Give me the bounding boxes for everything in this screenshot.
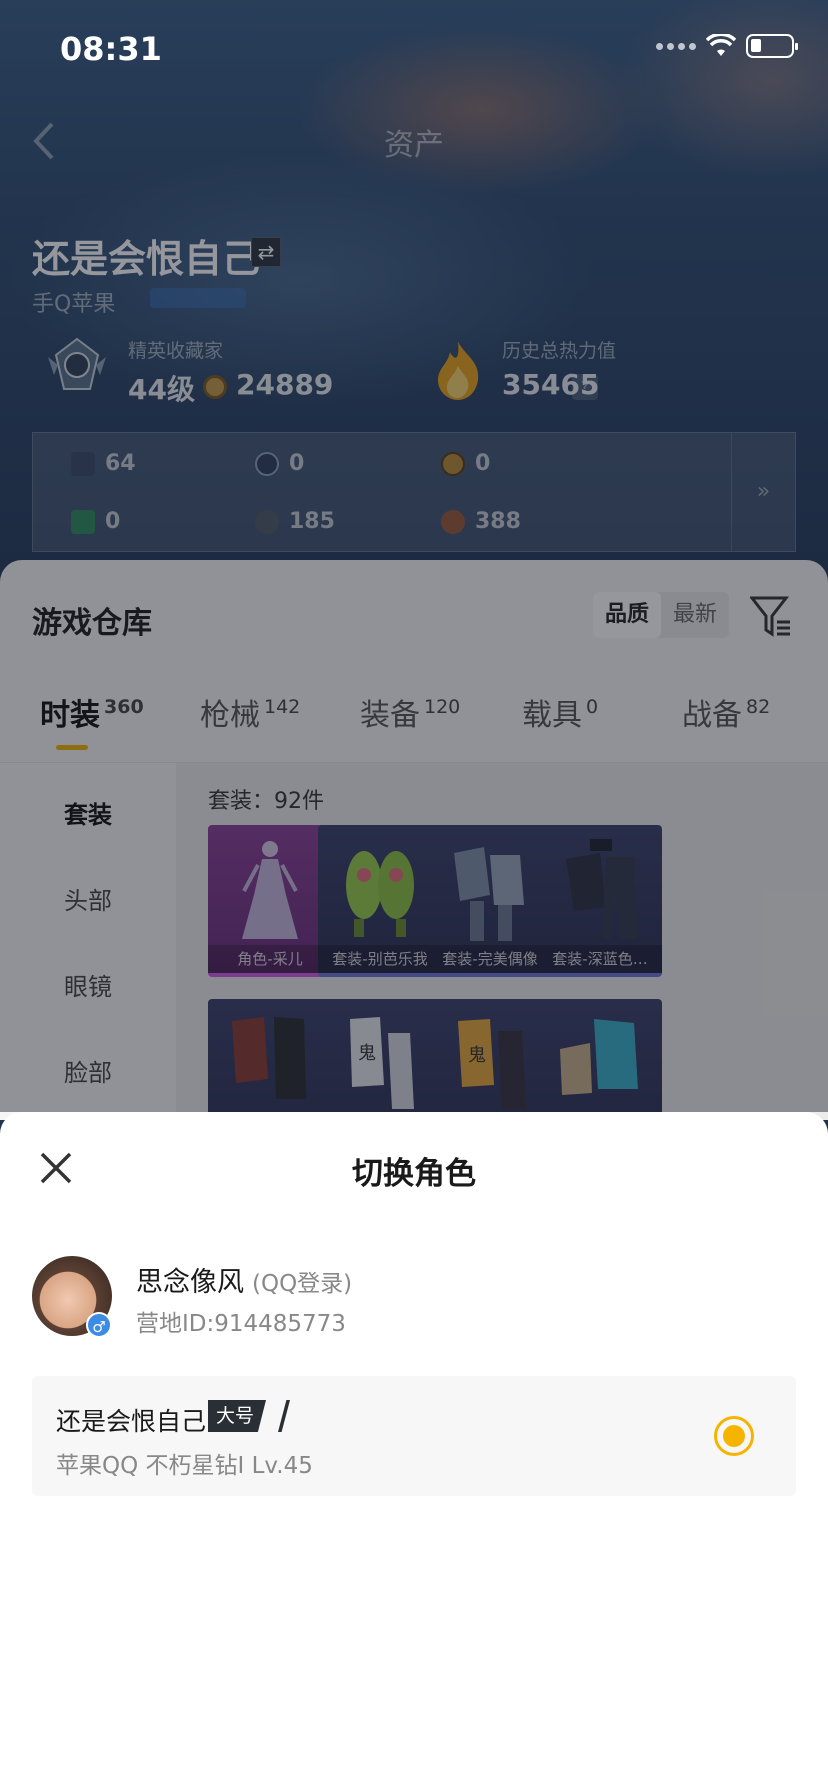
sidebar-item-suits[interactable]: 套装 [0,795,176,830]
suit-count: 套装：92件 [208,789,324,814]
coin-icon [203,375,227,399]
currency-icon [255,509,279,534]
sort-quality-button[interactable]: 品质 [593,592,662,638]
tab-equipment[interactable]: 装备 120 [360,690,460,734]
collector-medal-icon [48,337,106,390]
badge-decoration [278,1400,290,1432]
outfit-image [232,1017,306,1099]
outfit-image [346,851,414,937]
outfit-image [566,839,638,939]
platform-label: 手Q苹果 [32,292,116,317]
role-option-info: 苹果QQ 不朽星钻I Lv.45 [56,1453,313,1479]
sidebar-item-head[interactable]: 头部 [0,881,176,916]
outfit-image [454,847,524,941]
signal-icon [656,42,696,50]
item-label: 角色-采儿 [208,945,332,973]
item-label: 套装-深蓝色… [538,945,662,973]
currency-item: 185 [255,509,335,534]
currency-panel: 64 0 0 0 185 388 » [32,432,796,552]
flame-icon [438,342,479,400]
tab-fashion[interactable]: 时装 360 [40,690,144,734]
collector-level: 44级 [128,373,195,406]
heat-label: 历史总热力值 [502,340,617,362]
currency-icon [441,451,465,476]
warehouse-panel: 游戏仓库 品质 最新 时装 360 枪械 142 装备 120 载具 0 战备 82 套装… [0,560,828,1151]
item-card[interactable]: 角色-采儿 [208,825,332,977]
filter-icon[interactable] [750,594,792,638]
item-card[interactable]: 套装-深蓝色… [538,825,662,977]
role-option[interactable]: 还是会恨自己 大号 苹果QQ 不朽星钻I Lv.45 [32,1376,796,1496]
tab-indicator [56,745,88,750]
item-grid: 套装：92件 角色-采儿 套装-别芭乐我 套装-完美偶像 套装-深蓝色… 鬼 鬼 [176,763,828,1151]
male-icon: ♂ [86,1312,112,1338]
category-tabs: 时装 360 枪械 142 装备 120 载具 0 战备 82 [0,690,828,746]
item-card[interactable]: 套装-别芭乐我 [318,825,442,977]
outfit-image [560,1019,638,1095]
status-time: 08:31 [60,30,162,68]
account-name: 思念像风 [136,1267,244,1298]
tab-guns[interactable]: 枪械 142 [200,690,300,734]
currency-item: 64 [71,451,136,476]
item-card[interactable]: 套装-完美偶像 [428,825,552,977]
currency-icon [441,509,465,534]
role-option-name: 还是会恨自己 [56,1407,207,1436]
currency-item: 0 [255,451,304,476]
item-label: 套装-完美偶像 [428,945,552,973]
sidebar-item-glasses[interactable]: 眼镜 [0,967,176,1002]
sort-toggle: 品质 最新 [593,592,730,638]
currency-icon [255,451,279,476]
currency-item: 388 [441,509,521,534]
sub-category-sidebar: 套装 头部 眼镜 脸部 [0,763,176,1120]
currency-item: 0 [71,509,120,534]
help-icon[interactable]: ? [572,374,598,400]
outfit-image: 鬼 [350,1017,414,1109]
tab-combat-gear[interactable]: 战备 82 [682,690,770,734]
camp-id: 营地ID:914485773 [136,1311,346,1337]
battery-icon [746,34,798,58]
collector-label: 精英收藏家 [128,340,224,362]
tab-vehicles[interactable]: 载具 0 [522,690,598,734]
outfit-image [242,841,298,939]
warehouse-title: 游戏仓库 [32,606,152,641]
svg-text:鬼: 鬼 [358,1043,376,1064]
status-icons [656,34,798,58]
sidebar-item-face[interactable]: 脸部 [0,1053,176,1088]
svg-text:鬼: 鬼 [468,1045,486,1066]
currency-icon [71,509,95,534]
switch-role-sheet: 切换角色 ♂ 思念像风 (QQ登录) 营地ID:914485773 还是会恨自己… [0,1112,828,1792]
currency-expand-button[interactable]: » [731,433,795,551]
item-label: 套装-别芭乐我 [318,945,442,973]
page-title: 资产 [384,128,444,163]
wifi-icon [706,34,736,56]
coin-value: 24889 [236,368,334,401]
sort-newest-button[interactable]: 最新 [661,592,729,638]
platform-badge [150,288,246,308]
currency-icon [71,451,95,476]
login-type: (QQ登录) [252,1271,353,1297]
outfit-image: 鬼 [458,1019,526,1109]
role-name: 还是会恨自己 [32,237,261,281]
sheet-title: 切换角色 [352,1156,476,1192]
currency-item: 0 [441,451,490,476]
selected-radio-icon[interactable] [714,1416,754,1456]
switch-role-icon[interactable]: ⇄ [251,237,281,267]
main-account-badge: 大号 [208,1400,267,1432]
